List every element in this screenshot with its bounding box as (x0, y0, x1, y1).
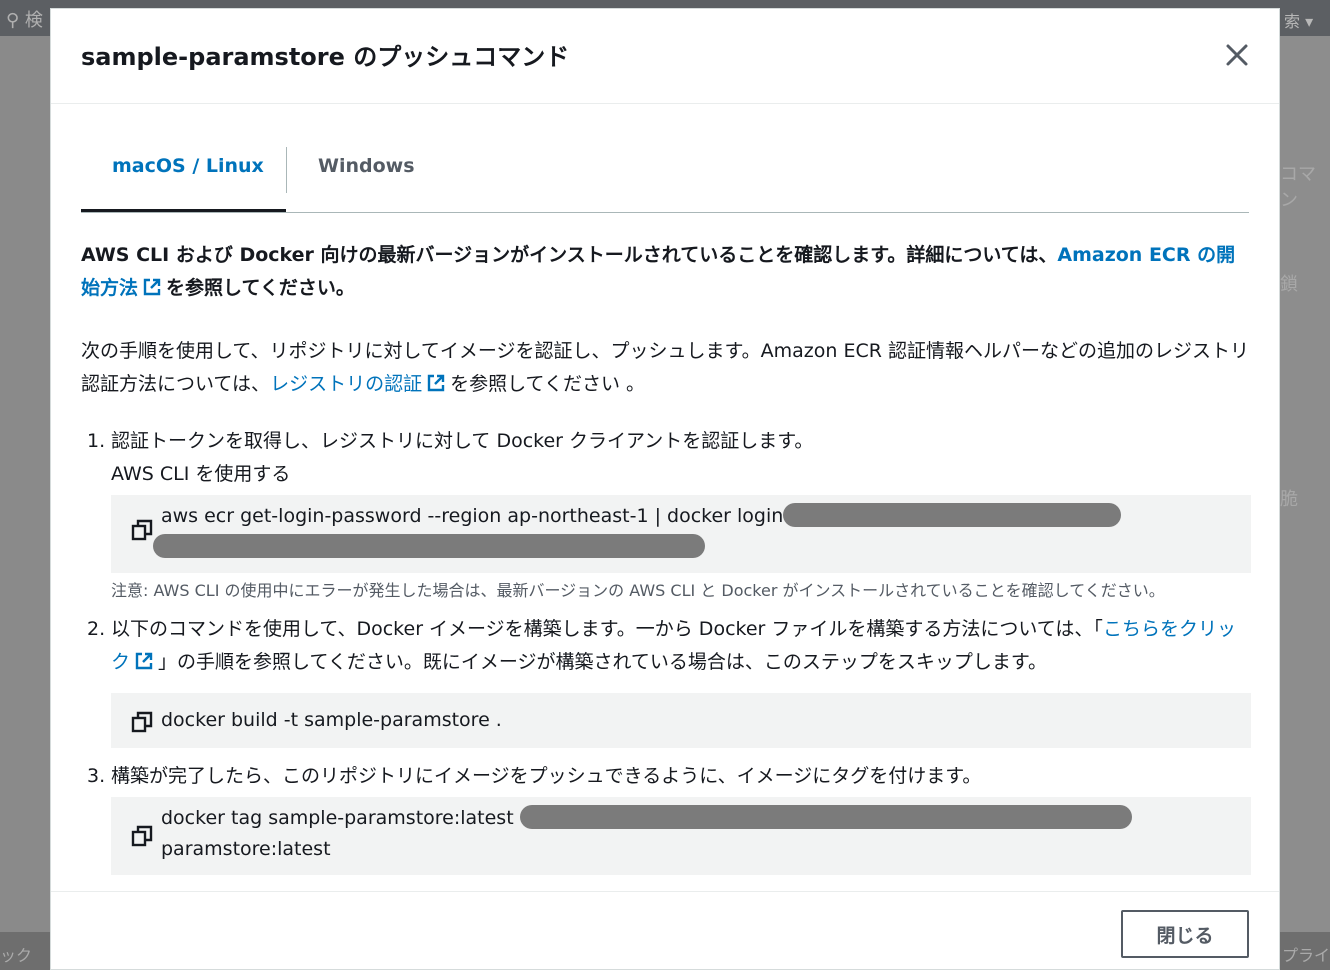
modal-header: sample-paramstore のプッシュコマンド (51, 9, 1279, 104)
step-3: 3. 構築が完了したら、このリポジトリにイメージをプッシュできるように、イメージ… (81, 760, 1251, 875)
background-top-right: 索 ▾ (1284, 12, 1314, 31)
step-number: 3. (87, 765, 106, 787)
paragraph-text-after: を参照してください 。 (450, 373, 645, 395)
redacted-text (519, 805, 1132, 829)
code-block[interactable]: docker build -t sample-paramstore . (111, 693, 1251, 748)
command-text: docker tag sample-paramstore:latest (161, 807, 514, 829)
step-note: 注意: AWS CLI の使用中にエラーが発生した場合は、最新バージョンの AW… (111, 581, 1165, 600)
modal-title: sample-paramstore のプッシュコマンド (81, 43, 570, 71)
step-text-before: 以下のコマンドを使用して、Docker イメージを構築します。一から Docke… (111, 618, 1103, 640)
tab-windows[interactable]: Windows (318, 155, 415, 211)
registry-auth-link-label: レジストリの認証 (270, 373, 423, 395)
background-bottom-left: ック (0, 932, 50, 970)
modal-body: macOS / Linux Windows AWS CLI および Docker… (51, 105, 1279, 891)
instructions-paragraph: 次の手順を使用して、リポジトリに対してイメージを認証し、プッシュします。Amaz… (81, 335, 1251, 401)
command-text: docker build -t sample-paramstore . (161, 709, 502, 731)
external-link-icon (426, 371, 446, 392)
step-number: 2. (87, 618, 106, 640)
command-text-cont: paramstore:latest (161, 838, 331, 860)
background-bottom-right: プライ (1280, 932, 1330, 970)
step-text: 構築が完了したら、このリポジトリにイメージをプッシュできるように、イメージにタグ… (111, 765, 982, 787)
paragraph-text-before: 次の手順を使用して、リポジトリに対してイメージを認証し、プッシュします。Amaz… (81, 340, 1249, 395)
intro-text-after: を参照してください。 (166, 277, 355, 299)
registry-auth-link[interactable]: レジストリの認証 (270, 373, 450, 395)
intro-text: AWS CLI および Docker 向けの最新バージョンがインストールされてい… (81, 239, 1251, 305)
redacted-text (783, 503, 1122, 527)
os-tabs: macOS / Linux Windows (81, 105, 1249, 213)
background-right-label: 脆 (1280, 489, 1298, 510)
copy-icon[interactable] (131, 519, 153, 541)
copy-icon[interactable] (131, 711, 153, 733)
push-commands-modal: sample-paramstore のプッシュコマンド macOS / Linu… (50, 8, 1280, 970)
step-2: 2. 以下のコマンドを使用して、Docker イメージを構築します。一から Do… (81, 613, 1251, 748)
step-text: 以下のコマンドを使用して、Docker イメージを構築します。一から Docke… (111, 613, 1251, 679)
background-right-label: 鎖 (1280, 274, 1298, 295)
modal-footer: 閉じる (51, 891, 1279, 969)
active-tab-underline (81, 209, 286, 212)
redacted-text (153, 534, 705, 558)
command-text: aws ecr get-login-password --region ap-n… (161, 505, 784, 527)
background-right-label: コマン (1280, 164, 1316, 211)
steps-list: 1. 認証トークンを取得し、レジストリに対して Docker クライアントを認証… (81, 425, 1251, 875)
step-number: 1. (87, 430, 106, 452)
copy-icon[interactable] (131, 825, 153, 847)
tab-divider (286, 147, 287, 193)
step-sub-label: AWS CLI を使用する (111, 463, 291, 485)
external-link-icon (134, 649, 154, 670)
tab-macos-linux[interactable]: macOS / Linux (112, 155, 264, 211)
external-link-icon (142, 275, 162, 296)
close-button[interactable]: 閉じる (1121, 910, 1249, 958)
close-icon[interactable] (1223, 41, 1251, 69)
step-text: 認証トークンを取得し、レジストリに対して Docker クライアントを認証します… (111, 430, 814, 452)
step-text-after: 」の手順を参照してください。既にイメージが構築されている場合は、このステップをス… (158, 651, 1048, 673)
intro-text-before: AWS CLI および Docker 向けの最新バージョンがインストールされてい… (81, 244, 1058, 266)
step-1: 1. 認証トークンを取得し、レジストリに対して Docker クライアントを認証… (81, 425, 1251, 603)
code-block[interactable]: aws ecr get-login-password --region ap-n… (111, 495, 1251, 573)
code-block[interactable]: docker tag sample-paramstore:latest para… (111, 797, 1251, 875)
